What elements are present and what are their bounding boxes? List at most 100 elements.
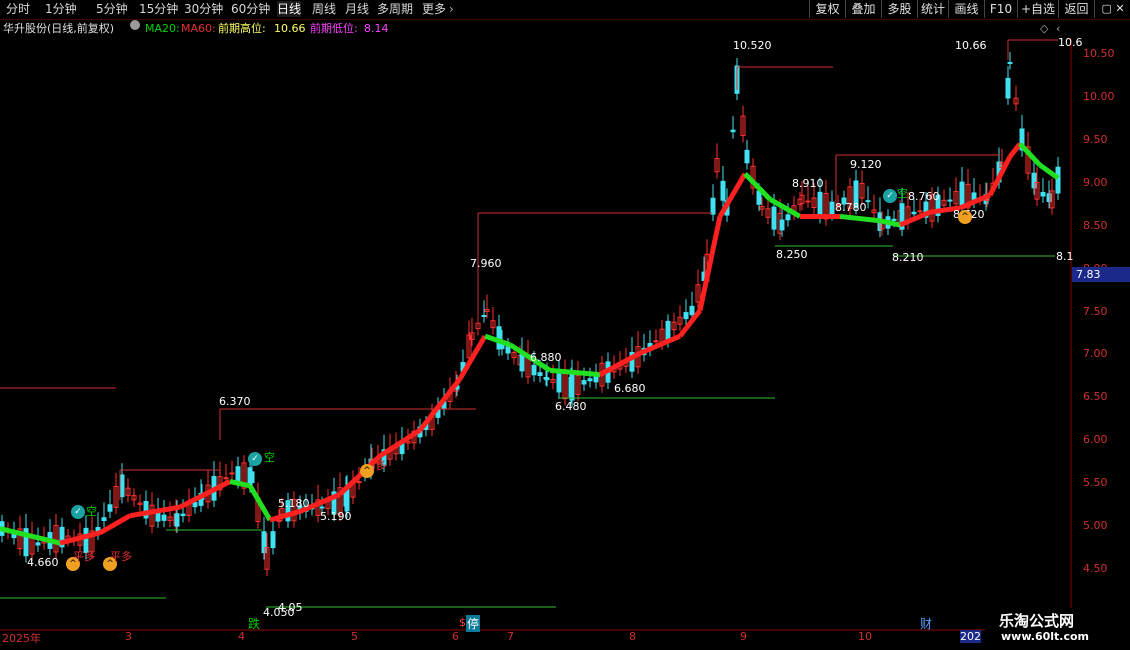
- candle-body: [891, 218, 897, 221]
- axis-tick: 6.50: [1083, 390, 1108, 403]
- price-label: 8.1: [1056, 250, 1074, 263]
- candle-body: [779, 219, 785, 231]
- price-label: 8.210: [892, 251, 924, 264]
- candle-body: [249, 471, 255, 484]
- candle-body: [107, 504, 113, 512]
- candle-body: [235, 466, 241, 483]
- candles: [0, 51, 1061, 577]
- ma-segment: [697, 215, 723, 312]
- candle-body: [710, 197, 716, 215]
- candle-body: [1007, 61, 1013, 64]
- watermark-title: 乐淘公式网: [999, 612, 1075, 630]
- event-ting-marker: 停: [466, 615, 481, 632]
- event-cai-marker: 财: [920, 617, 933, 631]
- signal-pingduo: 平多: [110, 550, 132, 563]
- candle-body: [744, 149, 750, 164]
- price-label: 8.250: [776, 248, 808, 261]
- candle-body: [917, 210, 923, 213]
- date-tick: 3: [125, 630, 132, 643]
- axis-tick: 5.50: [1083, 476, 1108, 489]
- candle-body: [180, 513, 186, 517]
- candle-body: [101, 517, 107, 522]
- axis-tick: 7.00: [1083, 347, 1108, 360]
- candle-body: [270, 531, 276, 549]
- candle-body: [683, 312, 689, 320]
- price-label: 6.880: [530, 351, 562, 364]
- axis-tick: 8.50: [1083, 219, 1108, 232]
- candle-body: [276, 519, 282, 522]
- candle-body: [531, 364, 537, 376]
- axis-tick: 10.00: [1083, 90, 1115, 103]
- ma-segment: [338, 454, 382, 497]
- candle-body: [569, 374, 575, 401]
- candle-body: [771, 206, 777, 230]
- check-circle-icon: ✓: [248, 452, 262, 466]
- price-label: 4.660: [27, 556, 59, 569]
- candle-body: [155, 511, 161, 522]
- candle-body: [581, 380, 587, 385]
- signal-duo: 多: [376, 459, 387, 472]
- price-label: 5.180: [278, 497, 310, 510]
- peak-label: 10.6: [1058, 36, 1083, 49]
- axis-tick: 6.00: [1083, 433, 1108, 446]
- price-label: 6.680: [614, 382, 646, 395]
- watermark-logo: 乐淘公式网 www.60lt.com: [985, 608, 1130, 650]
- candle-body: [1005, 77, 1011, 99]
- date-tick: 4: [238, 630, 245, 643]
- up-arrow-circle-icon: ^: [360, 464, 374, 478]
- ma-segment: [229, 479, 251, 489]
- candle-body: [319, 506, 325, 509]
- axis-tick: 9.50: [1083, 133, 1108, 146]
- date-tick: 10: [858, 630, 872, 643]
- candle-body: [35, 542, 41, 546]
- price-label: 9.120: [850, 158, 882, 171]
- signal-kong: 空: [86, 505, 97, 518]
- check-circle-icon: ✓: [71, 505, 85, 519]
- event-die-marker: 跌: [248, 617, 261, 631]
- axis-tick: 7.50: [1083, 305, 1108, 318]
- check-circle-icon: ✓: [883, 189, 897, 203]
- candle-body: [119, 474, 125, 498]
- date-tick: 5: [351, 630, 358, 643]
- candle-body: [730, 129, 736, 133]
- candle-body: [689, 305, 695, 316]
- signal-kong: 空: [897, 187, 908, 200]
- candle-body: [481, 314, 487, 317]
- axis-tick: 10.50: [1083, 47, 1115, 60]
- peak-label: 10.66: [955, 39, 987, 52]
- ma-segment: [879, 218, 901, 228]
- price-label: 6.370: [219, 395, 251, 408]
- candle-body: [785, 214, 791, 221]
- price-label: 8.910: [792, 177, 824, 190]
- axis-tick: 9.00: [1083, 176, 1108, 189]
- candle-body: [665, 320, 671, 342]
- reference-lines: [0, 39, 1058, 608]
- ma-segment: [178, 479, 232, 510]
- price-label: 5.190: [320, 510, 352, 523]
- candlestick-chart[interactable]: [0, 0, 1130, 650]
- candle-body: [223, 477, 229, 480]
- price-label: 6.480: [555, 400, 587, 413]
- candle-body: [229, 472, 235, 475]
- date-tick: 9: [740, 630, 747, 643]
- signal-kong: 空: [264, 451, 275, 464]
- axis-tick: 5.00: [1083, 519, 1108, 532]
- candle-body: [174, 513, 180, 527]
- date-tick: 202: [960, 630, 981, 643]
- date-tick: 2025年: [2, 632, 41, 645]
- price-label: 7.960: [470, 257, 502, 270]
- candle-body: [865, 200, 871, 203]
- ma-segment: [1038, 163, 1060, 181]
- candle-body: [1055, 166, 1061, 194]
- price-label: 4.05: [278, 601, 303, 614]
- candle-body: [911, 211, 917, 215]
- ma-trend-line: [0, 142, 1060, 546]
- candle-body: [817, 191, 823, 218]
- candle-body: [537, 372, 543, 376]
- candle-body: [556, 373, 562, 393]
- date-tick: 7: [507, 630, 514, 643]
- up-arrow-circle-icon: ^: [958, 210, 972, 224]
- candle-body: [544, 377, 550, 381]
- candle-body: [192, 501, 198, 508]
- candle-body: [587, 378, 593, 382]
